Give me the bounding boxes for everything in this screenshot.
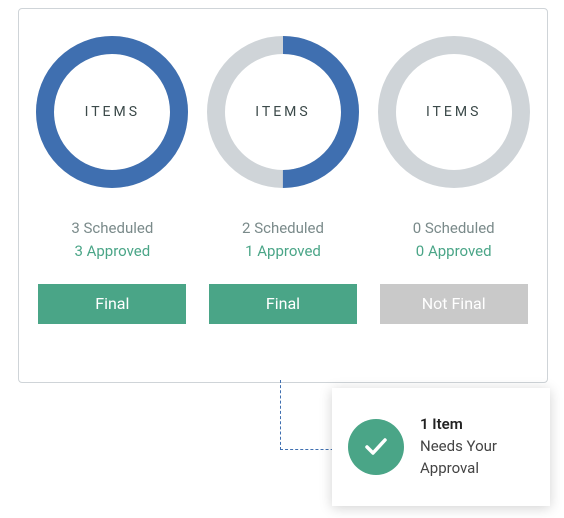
status-button-notfinal[interactable]: Not Final xyxy=(380,284,528,324)
check-icon xyxy=(348,419,404,475)
item-stats: 3 Scheduled 3 Approved xyxy=(71,217,153,264)
item-stats: 0 Scheduled 0 Approved xyxy=(413,217,495,264)
scheduled-text: 2 Scheduled xyxy=(242,217,324,240)
status-button-final[interactable]: Final xyxy=(209,284,357,324)
approved-text: 0 Approved xyxy=(413,240,495,263)
scheduled-text: 0 Scheduled xyxy=(413,217,495,240)
ring-label: ITEMS xyxy=(426,104,481,120)
ring-label: ITEMS xyxy=(85,104,140,120)
item-stats: 2 Scheduled 1 Approved xyxy=(242,217,324,264)
ring-label: ITEMS xyxy=(255,104,310,120)
approval-popup: 1 Item Needs Your Approval xyxy=(332,388,550,506)
item-column: ITEMS 3 Scheduled 3 Approved Final xyxy=(31,33,194,358)
popup-text: 1 Item Needs Your Approval xyxy=(420,414,497,479)
approved-text: 1 Approved xyxy=(242,240,324,263)
progress-ring: ITEMS xyxy=(375,33,533,191)
status-button-final[interactable]: Final xyxy=(38,284,186,324)
item-column: ITEMS 0 Scheduled 0 Approved Not Final xyxy=(372,33,535,358)
progress-ring: ITEMS xyxy=(204,33,362,191)
progress-ring: ITEMS xyxy=(33,33,191,191)
popup-line: Approval xyxy=(420,458,497,480)
scheduled-text: 3 Scheduled xyxy=(71,217,153,240)
popup-title: 1 Item xyxy=(420,414,497,436)
popup-line: Needs Your xyxy=(420,436,497,458)
item-column: ITEMS 2 Scheduled 1 Approved Final xyxy=(202,33,365,358)
approved-text: 3 Approved xyxy=(71,240,153,263)
items-panel: ITEMS 3 Scheduled 3 Approved Final ITEMS… xyxy=(18,8,548,383)
